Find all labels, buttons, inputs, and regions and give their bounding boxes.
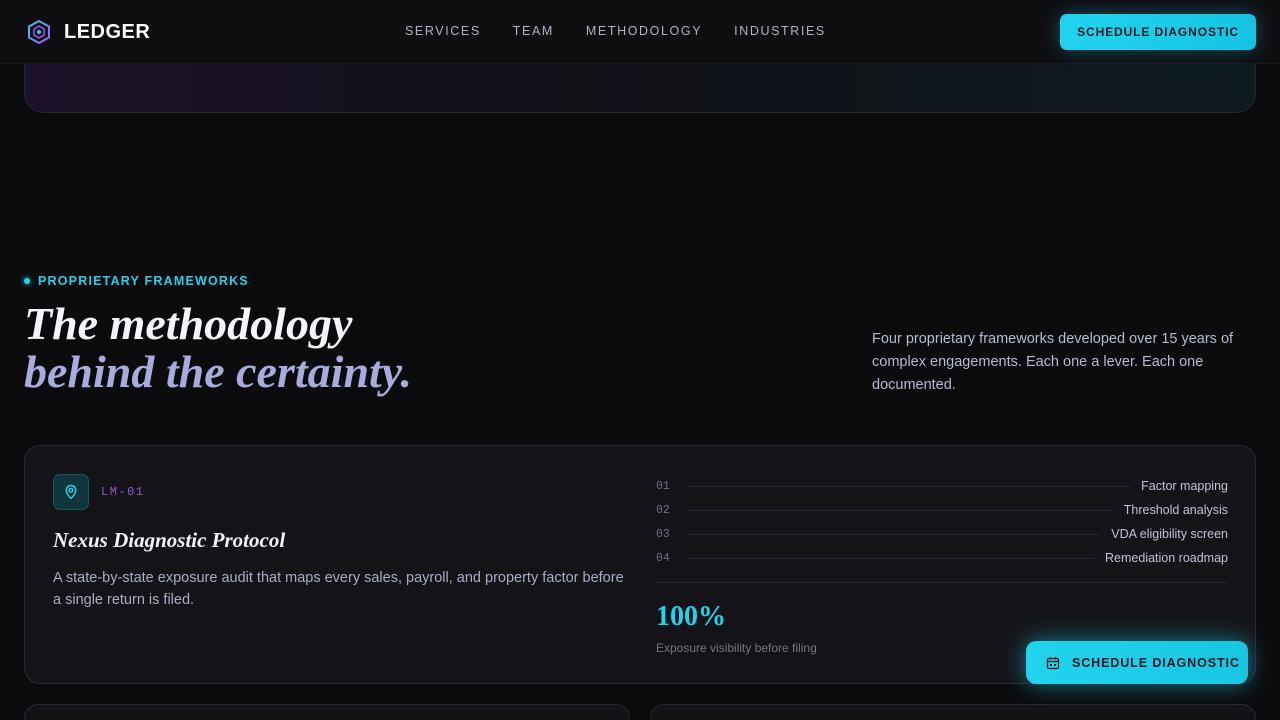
nav-links: SERVICES TEAM METHODOLOGY INDUSTRIES bbox=[405, 24, 858, 38]
stat-label: Exposure visibility before filing bbox=[656, 641, 817, 655]
eyebrow-dot-icon bbox=[24, 278, 30, 284]
step-label: Remediation roadmap bbox=[1105, 551, 1228, 565]
calendar-icon bbox=[1046, 656, 1060, 669]
nav-link-services[interactable]: SERVICES bbox=[405, 24, 481, 38]
brand[interactable]: LEDGER bbox=[28, 19, 150, 45]
nav-link-methodology[interactable]: METHODOLOGY bbox=[586, 24, 702, 38]
step-leader-line bbox=[688, 485, 1132, 487]
framework-title: Nexus Diagnostic Protocol bbox=[53, 528, 286, 552]
step-leader-line bbox=[688, 509, 1114, 511]
headline-line-1: The methodology bbox=[24, 298, 353, 349]
step-label: VDA eligibility screen bbox=[1111, 527, 1228, 541]
step-row: 04 Remediation roadmap bbox=[656, 546, 1228, 570]
brand-name: LEDGER bbox=[64, 20, 151, 43]
framework-card-next-left bbox=[24, 704, 630, 720]
section-eyebrow: PROPRIETARY FRAMEWORKS bbox=[24, 274, 249, 288]
location-pin-icon bbox=[65, 484, 77, 500]
step-label: Threshold analysis bbox=[1123, 503, 1228, 517]
step-number: 02 bbox=[656, 503, 670, 517]
headline-line-2: behind the certainty. bbox=[24, 346, 413, 397]
eyebrow-label: PROPRIETARY FRAMEWORKS bbox=[38, 274, 249, 288]
framework-steps: 01 Factor mapping 02 Threshold analysis … bbox=[656, 474, 1228, 570]
framework-code: LM-01 bbox=[101, 485, 145, 499]
framework-description: A state-by-state exposure audit that map… bbox=[53, 570, 624, 608]
steps-divider bbox=[656, 582, 1228, 583]
step-number: 01 bbox=[656, 479, 670, 493]
step-row: 01 Factor mapping bbox=[656, 474, 1228, 498]
top-nav: LEDGER SERVICES TEAM METHODOLOGY INDUSTR… bbox=[0, 0, 1280, 64]
step-row: 03 VDA eligibility screen bbox=[656, 522, 1228, 546]
nav-link-industries[interactable]: INDUSTRIES bbox=[734, 24, 826, 38]
card-icon-wrap bbox=[53, 474, 89, 510]
floating-cta-label: SCHEDULE DIAGNOSTIC bbox=[1072, 655, 1240, 670]
ledger-logo-icon bbox=[28, 20, 50, 44]
framework-card-next-right bbox=[650, 704, 1256, 720]
nav-link-team[interactable]: TEAM bbox=[513, 24, 554, 38]
step-label: Factor mapping bbox=[1141, 479, 1228, 493]
step-number: 03 bbox=[656, 527, 670, 541]
stat-value: 100% bbox=[656, 601, 726, 632]
step-leader-line bbox=[688, 557, 1095, 559]
step-number: 04 bbox=[656, 551, 670, 565]
section-headline: The methodology behind the certainty. bbox=[24, 300, 412, 396]
step-row: 02 Threshold analysis bbox=[656, 498, 1228, 522]
section-intro: Four proprietary frameworks developed ov… bbox=[872, 331, 1234, 393]
step-leader-line bbox=[688, 533, 1102, 535]
floating-schedule-diagnostic-button[interactable]: SCHEDULE DIAGNOSTIC bbox=[1026, 641, 1248, 684]
schedule-diagnostic-button[interactable]: SCHEDULE DIAGNOSTIC bbox=[1060, 14, 1256, 50]
